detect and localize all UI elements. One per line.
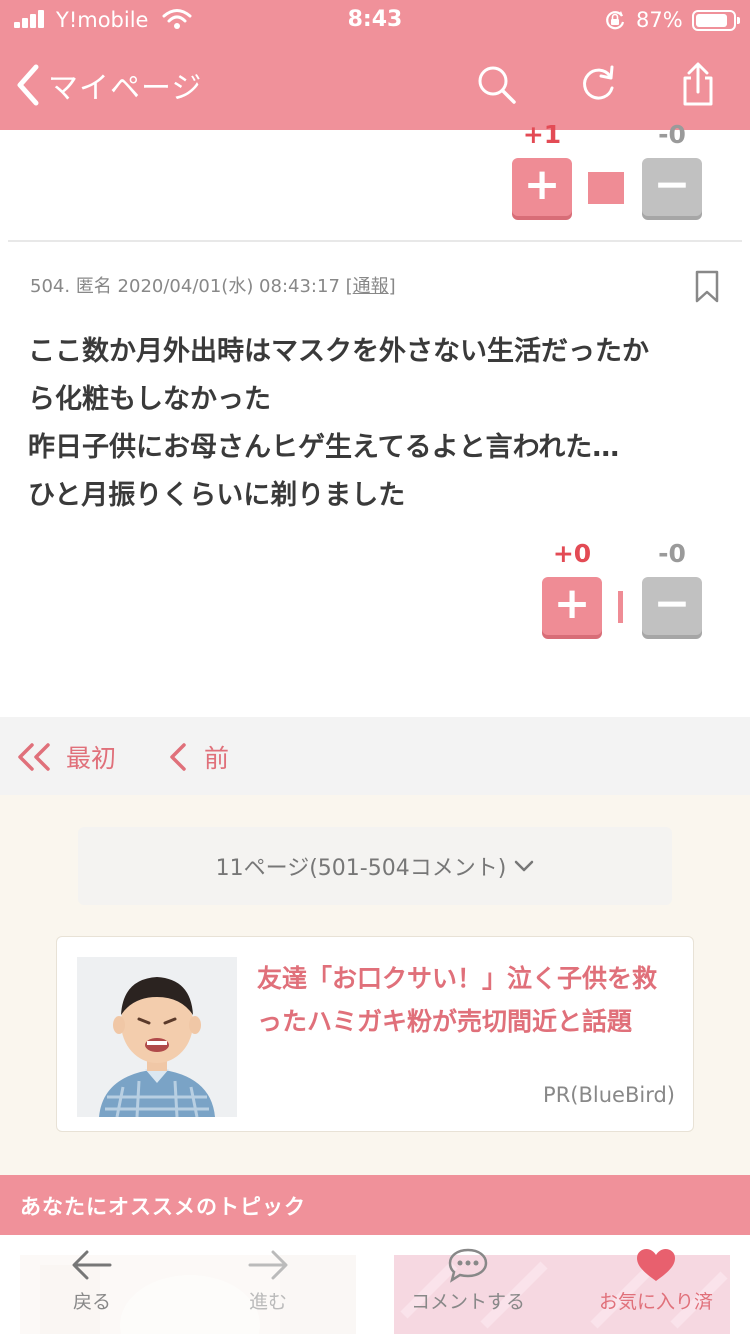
minus-count: -0	[658, 539, 686, 568]
favorite-button[interactable]: お気に入り済	[576, 1247, 736, 1314]
comment-line: ひと月振りくらいに剃りました	[28, 480, 406, 511]
app-header: Y!mobile 8:43 87% マイページ	[0, 0, 750, 130]
minus-vote-button[interactable]: −	[642, 158, 702, 216]
forward-button[interactable]: 進む	[188, 1247, 348, 1314]
forward-label: 進む	[248, 1291, 287, 1313]
reload-icon[interactable]	[576, 62, 620, 106]
pagination-bar: 最初 前	[0, 717, 750, 795]
back-button[interactable]: 戻る	[12, 1247, 172, 1314]
heart-icon	[637, 1249, 675, 1281]
vote-ratio-bar	[618, 591, 623, 623]
first-page-link[interactable]: 最初	[16, 737, 116, 777]
minus-count: -0	[658, 120, 686, 149]
comment-number: 504.	[30, 276, 71, 297]
page-selector[interactable]: 11ページ(501-504コメント)	[78, 827, 672, 905]
chevron-left-icon	[17, 64, 39, 106]
ad-title[interactable]: 友達「お口クサい！」泣く子供を救ったハミガキ粉が売切間近と話題	[257, 957, 677, 1043]
battery-percent: 87%	[636, 8, 683, 32]
arrow-right-icon	[248, 1250, 288, 1280]
back-label: マイページ	[48, 71, 203, 106]
vote-ratio-bar	[588, 172, 624, 204]
speech-bubble-icon	[448, 1248, 488, 1283]
battery-icon	[692, 10, 740, 31]
rotation-lock-icon	[606, 11, 625, 30]
ad-card[interactable]: 友達「お口クサい！」泣く子供を救ったハミガキ粉が売切間近と話題 PR(BlueB…	[56, 936, 694, 1132]
page-selector-label: 11ページ(501-504コメント)	[215, 856, 507, 881]
first-page-label: 最初	[66, 744, 117, 773]
comment-line: ここ数か月外出時はマスクを外さない生活だったか	[28, 336, 649, 367]
ad-image-crying-boy	[77, 957, 237, 1117]
plus-vote-button[interactable]: +	[542, 577, 602, 635]
plus-count: +0	[552, 539, 592, 568]
search-icon[interactable]	[474, 62, 518, 106]
chevron-left-icon	[170, 743, 186, 771]
bookmark-icon[interactable]	[694, 270, 720, 304]
prev-page-label: 前	[204, 744, 230, 773]
back-label: 戻る	[72, 1291, 111, 1313]
comment-label: コメントする	[410, 1291, 525, 1313]
comment-body: ここ数か月外出時はマスクを外さない生活だったか ら化粧もしなかった 昨日子供にお…	[28, 328, 728, 520]
double-chevron-left-icon	[18, 743, 50, 771]
bottom-toolbar: 戻る 進む コメントする お気に入り済	[0, 1235, 750, 1334]
prev-page-link[interactable]: 前	[168, 737, 229, 777]
recommend-header: あなたにオススメのトピック	[0, 1175, 750, 1235]
minus-vote-button[interactable]: −	[642, 577, 702, 635]
favorite-label: お気に入り済	[598, 1291, 713, 1313]
plus-vote-button[interactable]: +	[512, 158, 572, 216]
arrow-left-icon	[72, 1250, 112, 1280]
nav-bar: マイページ	[0, 40, 750, 130]
divider	[8, 240, 742, 242]
comment-line: ら化粧もしなかった	[28, 384, 271, 415]
back-to-mypage-button[interactable]: マイページ	[14, 60, 202, 110]
plus-count: +1	[522, 120, 562, 149]
comment-datetime: 2020/04/01(水) 08:43:17	[117, 276, 340, 297]
comment-line: 昨日子供にお母さんヒゲ生えてるよと言われた…	[28, 432, 620, 463]
comment-button[interactable]: コメントする	[388, 1247, 548, 1314]
comment-author: 匿名	[75, 276, 112, 297]
ad-sponsor: PR(BlueBird)	[543, 1083, 675, 1107]
comment-meta: 504. 匿名 2020/04/01(水) 08:43:17 [通報]	[30, 276, 396, 297]
share-icon[interactable]	[676, 62, 720, 106]
chevron-down-icon	[515, 860, 534, 872]
status-bar: Y!mobile 8:43 87%	[0, 0, 750, 40]
report-link[interactable]: 通報	[353, 276, 389, 297]
